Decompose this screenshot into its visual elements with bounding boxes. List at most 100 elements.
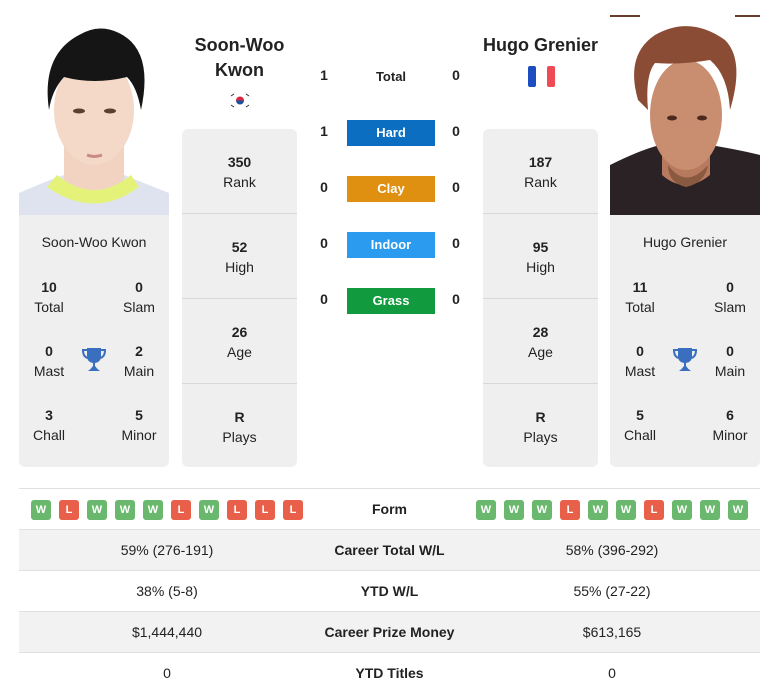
plays-label: Plays [523, 429, 558, 445]
h2h-label-total: Total [375, 69, 407, 84]
table-row: $1,444,440 Career Prize Money $613,165 [19, 612, 760, 653]
form-badge-win[interactable]: W [143, 500, 163, 520]
h2h-left-value: 0 [320, 291, 328, 307]
player-right-titles-card: Hugo Grenier 11 Total 0 Slam 0 Mast 0 Main 5… [610, 215, 760, 467]
row-label: YTD W/L [360, 583, 419, 599]
france-flag-icon [528, 66, 555, 87]
titles-total: 10 Total [19, 277, 79, 317]
form-badge-win[interactable]: W [700, 500, 720, 520]
titles-mast-label: Mast [33, 363, 65, 379]
player-right-stats-card: 187 Rank 95 High 28 Age R Plays [483, 129, 598, 467]
form-badge-win[interactable]: W [728, 500, 748, 520]
form-badge-loss[interactable]: L [644, 500, 664, 520]
form-badge-win[interactable]: W [31, 500, 51, 520]
plays-cell: R Plays [182, 384, 297, 469]
titles-total-label: Total [34, 299, 64, 315]
h2h-right-value: 0 [452, 123, 460, 139]
h2h-row-hard: 1 Hard 0 [300, 120, 480, 146]
titles-chall-label: Chall [624, 427, 656, 443]
titles-total-value: 10 [41, 279, 57, 295]
h2h-right-value: 0 [452, 235, 460, 251]
titles-main: 0 Main [700, 341, 760, 381]
table-row: 59% (276-191) Career Total W/L 58% (396-… [19, 530, 760, 571]
titles-slam: 0 Slam [109, 277, 169, 317]
h2h-row-total: 1 Total 0 [300, 64, 480, 90]
h2h-row-indoor: 0 Indoor 0 [300, 232, 480, 258]
player-left-first-name: Soon-Woo [194, 35, 285, 55]
player-right-form: WWWLWWLWWW [476, 500, 748, 520]
high-cell: 95 High [483, 214, 598, 299]
form-badge-loss[interactable]: L [59, 500, 79, 520]
player-left-name-heading[interactable]: Soon-Woo Kwon [182, 33, 297, 83]
table-row: 38% (5-8) YTD W/L 55% (27-22) [19, 571, 760, 612]
row-label: Career Prize Money [324, 624, 455, 640]
form-badge-win[interactable]: W [616, 500, 636, 520]
titles-chall-value: 3 [45, 407, 53, 423]
titles-chall: 3 Chall [19, 405, 79, 445]
surface-button-indoor[interactable]: Indoor [347, 232, 435, 258]
plays-value: R [234, 409, 245, 425]
surface-button-grass[interactable]: Grass [347, 288, 435, 314]
rank-cell: 187 Rank [483, 129, 598, 214]
h2h-row-clay: 0 Clay 0 [300, 176, 480, 202]
titles-slam: 0 Slam [700, 277, 760, 317]
player-left-photo [19, 15, 169, 215]
h2h-right-value: 0 [452, 67, 460, 83]
titles-minor-label: Minor [712, 427, 748, 443]
form-badge-win[interactable]: W [532, 500, 552, 520]
titles-slam-label: Slam [714, 299, 746, 315]
form-badge-win[interactable]: W [476, 500, 496, 520]
row-label: Career Total W/L [334, 542, 445, 558]
player-left-form: WLWWWLWLLL [31, 500, 303, 520]
right-value: 0 [608, 665, 616, 681]
h2h-left-value: 1 [320, 67, 328, 83]
form-badge-win[interactable]: W [87, 500, 107, 520]
table-row: 0 YTD Titles 0 [19, 653, 760, 694]
titles-chall: 5 Chall [610, 405, 670, 445]
titles-minor: 6 Minor [700, 405, 760, 445]
player-right-name-label: Hugo Grenier [642, 234, 728, 250]
left-value: $1,444,440 [131, 624, 203, 640]
form-badge-win[interactable]: W [588, 500, 608, 520]
titles-mast: 0 Mast [610, 341, 670, 381]
player-left-last-name: Kwon [215, 60, 264, 80]
titles-slam-value: 0 [135, 279, 143, 295]
form-badge-win[interactable]: W [199, 500, 219, 520]
surface-button-clay[interactable]: Clay [347, 176, 435, 202]
comparison-table: WLWWWLWLLL Form WWWLWWLWWW 59% (276-191)… [19, 488, 760, 694]
titles-main-value: 0 [726, 343, 734, 359]
player-right-photo [610, 15, 760, 215]
age-label: Age [227, 344, 252, 360]
titles-total-label: Total [625, 299, 655, 315]
h2h-row-grass: 0 Grass 0 [300, 288, 480, 314]
plays-cell: R Plays [483, 384, 598, 469]
left-value: 59% (276-191) [120, 542, 214, 558]
titles-minor-value: 6 [726, 407, 734, 423]
form-badge-win[interactable]: W [115, 500, 135, 520]
age-cell: 28 Age [483, 299, 598, 384]
right-value: 55% (27-22) [573, 583, 651, 599]
form-badge-loss[interactable]: L [227, 500, 247, 520]
south-korea-flag-icon [229, 92, 251, 109]
high-label: High [225, 259, 254, 275]
titles-mast-value: 0 [636, 343, 644, 359]
player-left-name-label: Soon-Woo Kwon [41, 234, 147, 250]
trophy-icon [672, 347, 698, 373]
titles-main-label: Main [714, 363, 746, 379]
rank-label: Rank [223, 174, 256, 190]
titles-mast: 0 Mast [19, 341, 79, 381]
right-value: $613,165 [582, 624, 642, 640]
form-badge-loss[interactable]: L [255, 500, 275, 520]
form-badge-loss[interactable]: L [283, 500, 303, 520]
player-right-name-heading[interactable]: Hugo Grenier [470, 33, 611, 58]
high-label: High [526, 259, 555, 275]
form-badge-loss[interactable]: L [560, 500, 580, 520]
form-badge-loss[interactable]: L [171, 500, 191, 520]
high-cell: 52 High [182, 214, 297, 299]
surface-button-hard[interactable]: Hard [347, 120, 435, 146]
rank-value: 350 [227, 154, 252, 170]
form-badge-win[interactable]: W [672, 500, 692, 520]
h2h-left-value: 1 [320, 123, 328, 139]
form-badge-win[interactable]: W [504, 500, 524, 520]
player-left-titles-card: Soon-Woo Kwon 10 Total 0 Slam 0 Mast 2 Main … [19, 215, 169, 467]
